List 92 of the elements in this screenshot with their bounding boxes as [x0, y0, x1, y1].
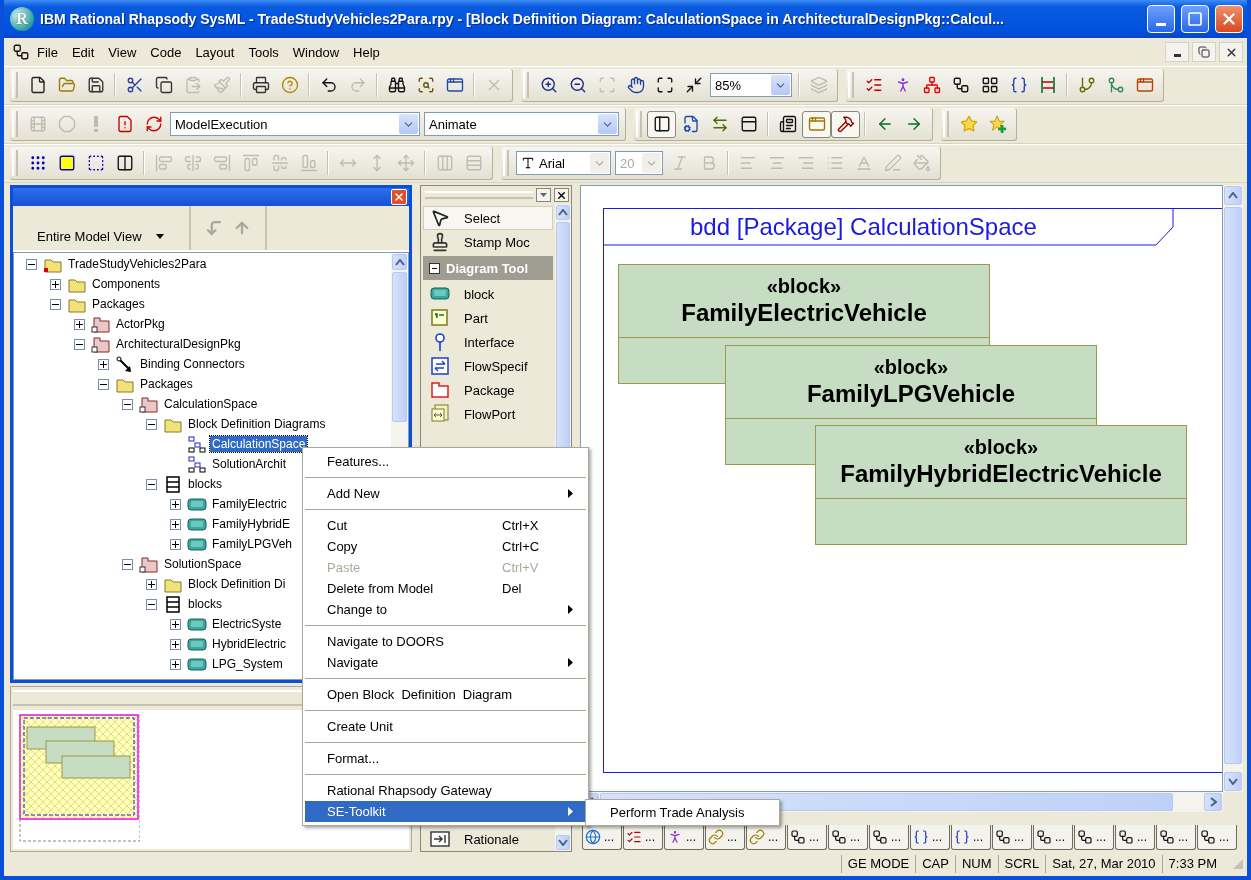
menu-item[interactable]: Cut Ctrl+X: [305, 515, 586, 536]
diagram-tab[interactable]: ...: [623, 825, 663, 850]
tree-item[interactable]: Packages: [90, 296, 147, 312]
diagram-tab[interactable]: ...: [1074, 825, 1114, 850]
diagram-tab[interactable]: ...: [746, 825, 786, 850]
palette-tool[interactable]: Select: [423, 206, 553, 230]
diagram-tab[interactable]: ...: [705, 825, 745, 850]
tree-item[interactable]: TradeStudyVehicles2Para: [66, 256, 209, 272]
menu-item[interactable]: Code: [143, 41, 189, 63]
palette-tool[interactable]: FlowSpecif: [423, 354, 553, 378]
tree-item[interactable]: Components: [90, 276, 163, 292]
menu-item[interactable]: Change to: [305, 599, 586, 620]
view-selector[interactable]: Entire Model View: [13, 206, 189, 250]
palette-tool[interactable]: block: [423, 282, 553, 306]
combo-box[interactable]: 85%: [710, 73, 792, 97]
tree-item[interactable]: FamilyLPGVeh: [210, 536, 295, 552]
diagram-tab[interactable]: ...: [828, 825, 868, 850]
menu-item[interactable]: Open Block Definition Diagram: [305, 684, 586, 705]
palette-tool[interactable]: Interface: [423, 330, 553, 354]
tree-item[interactable]: Packages: [138, 376, 195, 392]
menu-item[interactable]: Format...: [305, 748, 586, 769]
menu-item[interactable]: Edit: [64, 41, 102, 63]
shortcut-text: Del: [502, 581, 523, 596]
menu-item[interactable]: Layout: [188, 41, 242, 63]
status-field: CAP: [915, 855, 955, 873]
menu-item[interactable]: Perform Trade Analysis: [586, 802, 779, 823]
palette-tool[interactable]: Package: [423, 378, 553, 402]
menu-item[interactable]: Navigate to DOORS: [305, 631, 586, 652]
tree-item[interactable]: LPG_System: [210, 656, 285, 672]
menu-item[interactable]: View: [101, 41, 144, 63]
menu-item[interactable]: Rational Rhapsody Gateway: [305, 780, 586, 801]
palette-tool[interactable]: Part: [423, 306, 553, 330]
tree-item[interactable]: FamilyElectric: [210, 496, 289, 512]
block-stereotype: «block»: [873, 355, 949, 379]
combo-box[interactable]: Animate: [424, 112, 619, 136]
diagram-tab[interactable]: ...: [582, 825, 622, 850]
tree-item[interactable]: ArchitecturalDesignPkg: [114, 336, 243, 352]
tree-item[interactable]: CalculationSpace: [210, 436, 308, 452]
diagram-tab[interactable]: ...: [992, 825, 1032, 850]
tree-item[interactable]: blocks: [186, 476, 224, 492]
status-field: GE MODE: [840, 855, 916, 873]
tree-item[interactable]: Block Definition Di: [186, 576, 288, 592]
app-logo: R: [10, 7, 34, 31]
tree-item[interactable]: ElectricSyste: [210, 616, 284, 632]
status-field: SCRL: [997, 855, 1046, 873]
tree-item[interactable]: CalculationSpace: [162, 396, 260, 412]
diagram-tab[interactable]: ...: [1156, 825, 1196, 850]
menu-item[interactable]: Create Unit: [305, 716, 586, 737]
menu-item[interactable]: Help: [346, 41, 387, 63]
diagram-tab[interactable]: ...: [1197, 825, 1237, 850]
status-field: 7:33 PM: [1161, 855, 1223, 873]
combo-box[interactable]: ModelExecution: [170, 112, 420, 136]
palette-tool[interactable]: Rationale: [423, 827, 553, 851]
tree-item[interactable]: FamilyHybridE: [210, 516, 292, 532]
diagram-tab[interactable]: ...: [910, 825, 950, 850]
shortcut-text: Ctrl+C: [502, 539, 541, 554]
menu-item[interactable]: Tools: [241, 41, 286, 63]
menu-item[interactable]: Copy Ctrl+C: [305, 536, 586, 557]
tree-item[interactable]: HybridElectric: [210, 636, 288, 652]
menu-item[interactable]: Features...: [305, 451, 586, 472]
menu-item[interactable]: Window: [285, 41, 347, 63]
diagram-title: bdd [Package] CalculationSpace: [690, 213, 1037, 241]
diagram-tab[interactable]: ...: [664, 825, 704, 850]
block-name: FamilyLPGVehicle: [806, 379, 1016, 409]
window-title: IBM Rational Rhapsody SysML - TradeStudyVehicles2Para.rpy - [Block Definition Diagram: CalculationSpace in ArchitecturalDesignPkg::Calcul...: [40, 11, 1005, 27]
tree-item[interactable]: blocks: [186, 596, 224, 612]
shortcut-text: Ctrl+X: [502, 518, 540, 533]
menu-item[interactable]: Navigate: [305, 652, 586, 673]
block-stereotype: «block»: [963, 435, 1039, 459]
menu-item[interactable]: Delete from Model Del: [305, 578, 586, 599]
combo-box[interactable]: Arial: [516, 151, 611, 175]
tree-item[interactable]: Block Definition Diagrams: [186, 416, 328, 432]
palette-tool[interactable]: Stamp Moc: [423, 230, 553, 254]
tree-item[interactable]: SolutionArchit: [210, 456, 289, 472]
menu-item[interactable]: SE-Toolkit: [305, 801, 586, 822]
block-stereotype: «block»: [766, 274, 842, 298]
tree-item[interactable]: Binding Connectors: [138, 356, 247, 372]
status-field: NUM: [954, 855, 998, 873]
diagram-tab[interactable]: ...: [1115, 825, 1155, 850]
diagram-tab[interactable]: ...: [1033, 825, 1073, 850]
diagram-tab[interactable]: ...: [787, 825, 827, 850]
diagram-tab[interactable]: ...: [869, 825, 909, 850]
menu-item[interactable]: File: [30, 41, 65, 63]
palette-tool[interactable]: FlowPort: [423, 402, 553, 426]
status-field: Sat, 27, Mar 2010: [1045, 855, 1162, 873]
block-name: FamilyElectricVehicle: [681, 298, 927, 328]
tree-item[interactable]: ActorPkg: [114, 316, 167, 332]
tree-item[interactable]: SolutionSpace: [162, 556, 244, 572]
block-name: FamilyHybridElectricVehicle: [840, 459, 1162, 489]
menu-item[interactable]: Add New: [305, 483, 586, 504]
shortcut-text: Ctrl+V: [502, 560, 540, 575]
diagram-tab[interactable]: ...: [951, 825, 991, 850]
